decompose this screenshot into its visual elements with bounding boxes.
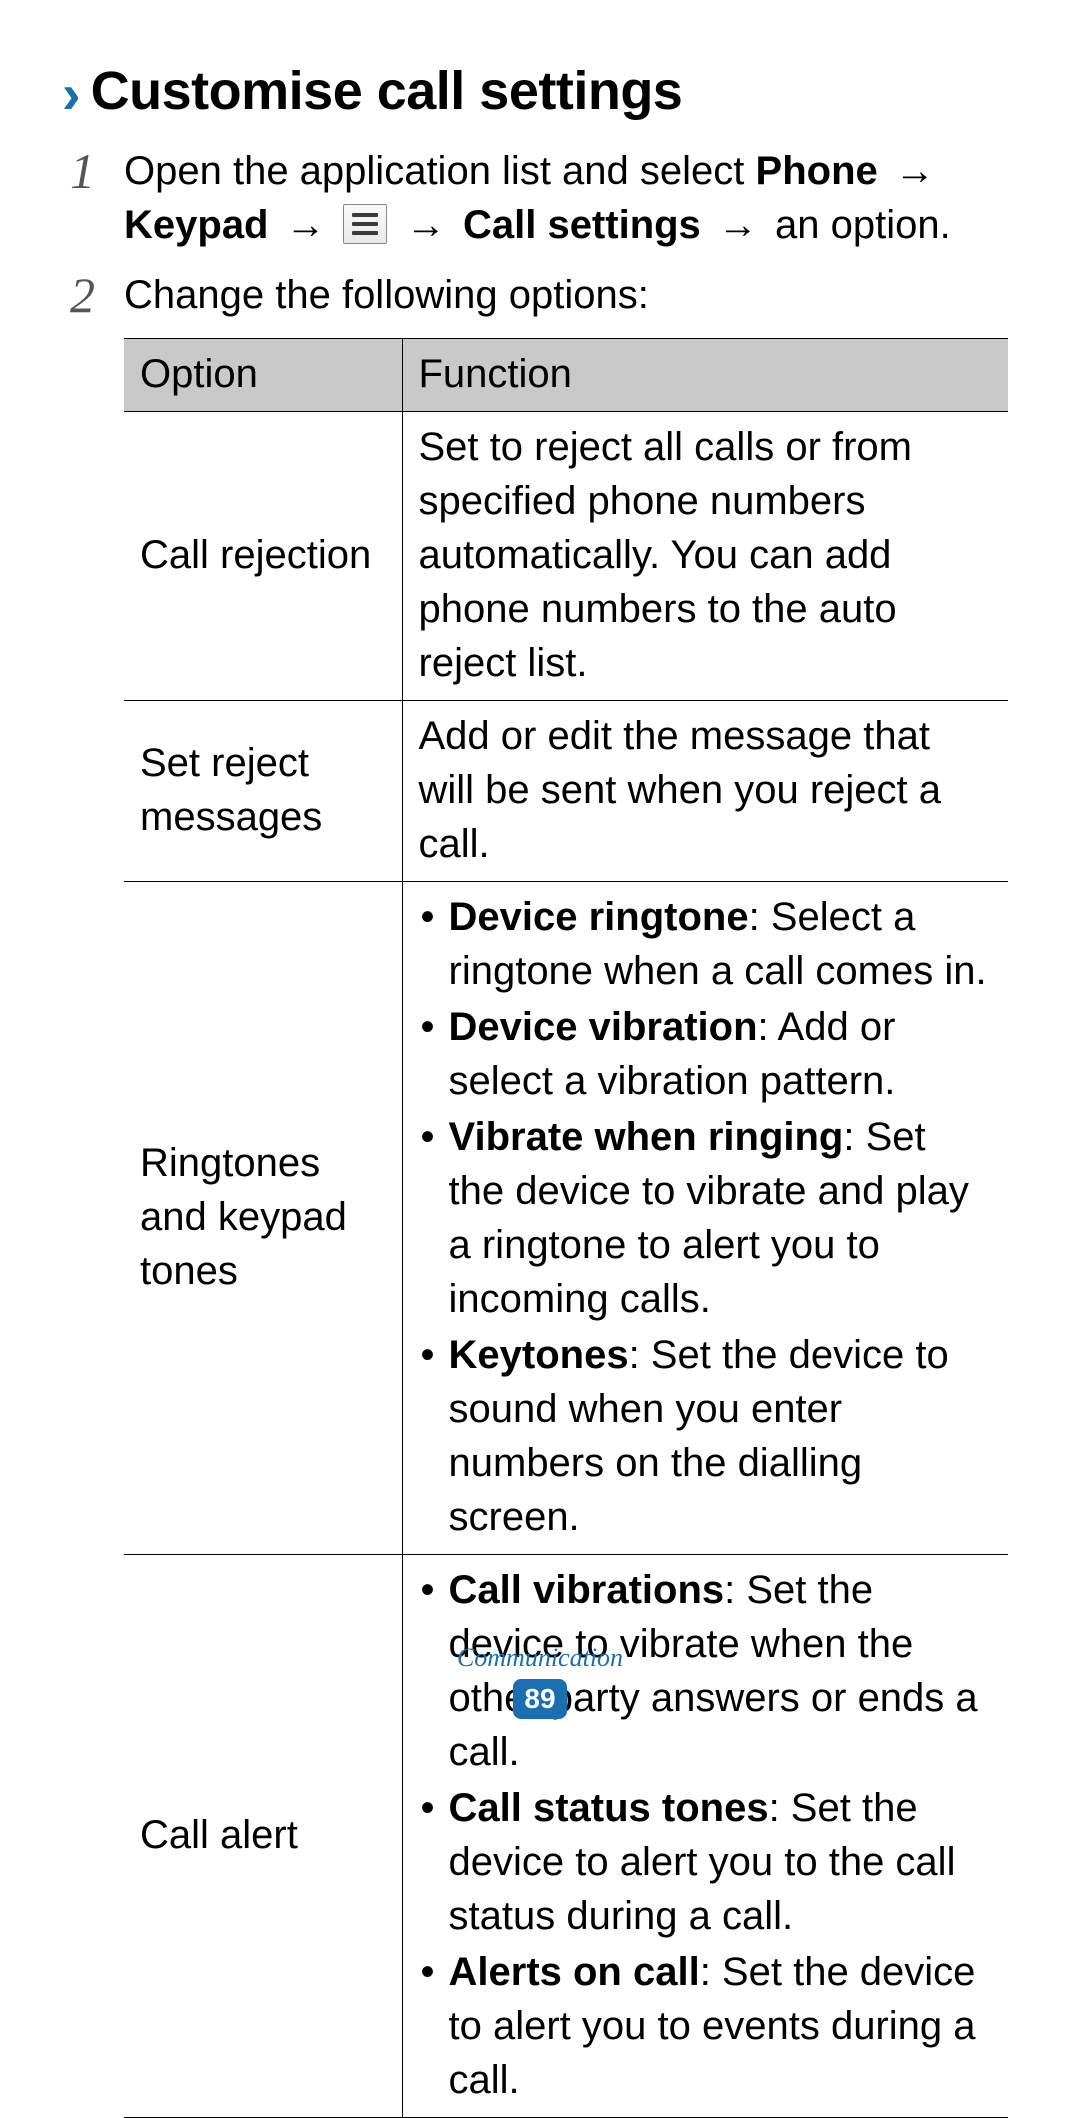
option-cell: Set reject messages <box>124 701 402 882</box>
section-heading: › Customise call settings <box>62 60 1010 122</box>
step-bold: Keypad <box>124 203 269 247</box>
step-text: an option. <box>775 203 951 247</box>
arrow-icon: → <box>275 203 337 247</box>
list-item: Keytones: Set the device to sound when y… <box>419 1328 993 1544</box>
step-1: 1 Open the application list and select P… <box>70 144 1010 252</box>
step-number: 2 <box>70 270 124 320</box>
arrow-icon: → <box>707 203 769 247</box>
bullet-bold: Keytones <box>449 1333 629 1377</box>
option-cell: Ringtones and keypad tones <box>124 882 402 1555</box>
list-item: Vibrate when ringing: Set the device to … <box>419 1110 993 1326</box>
table-row: Ringtones and keypad tones Device ringto… <box>124 882 1008 1555</box>
option-cell: Call alert <box>124 1555 402 2118</box>
step-body: Change the following options: <box>124 268 1010 322</box>
bullet-bold: Alerts on call <box>449 1950 700 1994</box>
function-cell: Set to reject all calls or from specifie… <box>402 412 1008 701</box>
bullet-bold: Vibrate when ringing <box>449 1115 844 1159</box>
option-cell: Call rejection <box>124 412 402 701</box>
page-footer: Communication 89 <box>0 1643 1080 1719</box>
table-row: Call rejection Set to reject all calls o… <box>124 412 1008 701</box>
step-2: 2 Change the following options: <box>70 268 1010 322</box>
page-number-badge: 89 <box>513 1679 567 1719</box>
options-table: Option Function Call rejection Set to re… <box>124 338 1008 2118</box>
step-bold: Call settings <box>463 203 701 247</box>
bullet-bold: Call vibrations <box>449 1568 725 1612</box>
menu-icon <box>343 204 387 244</box>
arrow-icon: → <box>884 149 935 193</box>
heading-title: Customise call settings <box>91 60 683 122</box>
bullet-list: Device ringtone: Select a ringtone when … <box>419 890 993 1544</box>
step-text: Open the application list and select <box>124 149 756 193</box>
function-cell: Device ringtone: Select a ringtone when … <box>402 882 1008 1555</box>
step-bold: Phone <box>756 149 878 193</box>
step-number: 1 <box>70 146 124 196</box>
col-header-option: Option <box>124 339 402 412</box>
list-item: Alerts on call: Set the device to alert … <box>419 1945 993 2107</box>
table-header-row: Option Function <box>124 339 1008 412</box>
footer-section-name: Communication <box>0 1643 1080 1673</box>
table-row: Set reject messages Add or edit the mess… <box>124 701 1008 882</box>
step-body: Open the application list and select Pho… <box>124 144 1010 252</box>
list-item: Call status tones: Set the device to ale… <box>419 1781 993 1943</box>
arrow-icon: → <box>395 203 457 247</box>
bullet-bold: Device ringtone <box>449 895 749 939</box>
chevron-icon: › <box>62 66 81 122</box>
function-cell: Call vibrations: Set the device to vibra… <box>402 1555 1008 2118</box>
function-cell: Add or edit the message that will be sen… <box>402 701 1008 882</box>
table-row: Call alert Call vibrations: Set the devi… <box>124 1555 1008 2118</box>
list-item: Device ringtone: Select a ringtone when … <box>419 890 993 998</box>
bullet-bold: Call status tones <box>449 1786 769 1830</box>
list-item: Device vibration: Add or select a vibrat… <box>419 1000 993 1108</box>
bullet-bold: Device vibration <box>449 1005 758 1049</box>
col-header-function: Function <box>402 339 1008 412</box>
step-text: Change the following options: <box>124 273 649 317</box>
